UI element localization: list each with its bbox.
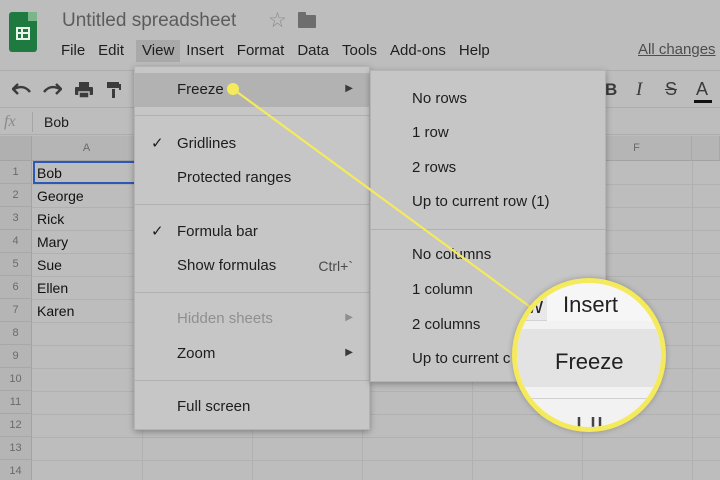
menu-item-label: Show formulas — [177, 257, 277, 274]
freeze-up-to-column[interactable]: Up to current c — [412, 350, 510, 367]
menu-divider — [135, 115, 369, 116]
sheets-logo-icon[interactable] — [9, 12, 37, 52]
row-header[interactable]: 8 — [0, 322, 32, 345]
menu-item-show-formulas[interactable]: Show formulas Ctrl+` — [135, 249, 369, 283]
freeze-two-rows[interactable]: 2 rows — [412, 159, 456, 176]
view-menu-dropdown: Freeze ▶ ✓ Gridlines Protected ranges ✓ … — [134, 66, 370, 430]
bold-button[interactable]: B — [605, 80, 617, 100]
freeze-up-to-row[interactable]: Up to current row (1) — [412, 193, 550, 210]
shortcut-label: Ctrl+` — [318, 258, 353, 274]
row-header[interactable]: 10 — [0, 368, 32, 391]
checkmark-icon: ✓ — [151, 223, 164, 240]
callout-divider — [517, 398, 661, 399]
menu-item-label: Formula bar — [177, 223, 258, 240]
select-all-corner[interactable] — [0, 136, 32, 161]
freeze-two-columns[interactable]: 2 columns — [412, 316, 480, 333]
menu-edit[interactable]: Edit — [97, 40, 131, 62]
row-header[interactable]: 11 — [0, 391, 32, 414]
cell-a3[interactable]: Rick — [37, 208, 64, 231]
freeze-no-columns[interactable]: No columns — [412, 246, 491, 263]
print-icon[interactable] — [74, 81, 94, 99]
callout-menu-fragment: w — [527, 293, 543, 318]
title-bar: Untitled spreadsheet ☆ File Edit View In… — [0, 0, 720, 70]
menu-view[interactable]: View — [136, 40, 181, 62]
row-header[interactable]: 13 — [0, 437, 32, 460]
menu-item-gridlines[interactable]: ✓ Gridlines — [135, 127, 369, 161]
row-header[interactable]: 9 — [0, 345, 32, 368]
document-title[interactable]: Untitled spreadsheet — [62, 10, 236, 32]
row-header[interactable]: 1 — [0, 161, 32, 184]
menu-help[interactable]: Help — [458, 40, 497, 62]
cell-a5[interactable]: Sue — [37, 254, 62, 277]
menu-item-freeze[interactable]: Freeze ▶ — [135, 73, 369, 107]
formula-divider — [32, 112, 33, 132]
row-header[interactable]: 4 — [0, 230, 32, 253]
redo-icon[interactable] — [42, 82, 62, 96]
text-color-button[interactable]: A — [693, 79, 713, 103]
menu-item-label: Zoom — [177, 345, 216, 362]
cell-a6[interactable]: Ellen — [37, 277, 68, 300]
undo-icon[interactable] — [12, 82, 32, 96]
freeze-one-column[interactable]: 1 column — [412, 281, 473, 298]
row-header[interactable]: 7 — [0, 299, 32, 322]
row-header[interactable]: 5 — [0, 253, 32, 276]
menu-item-label: Gridlines — [177, 135, 237, 152]
checkmark-icon: ✓ — [151, 135, 164, 152]
cell-a4[interactable]: Mary — [37, 231, 68, 254]
menu-item-label: Freeze — [177, 81, 224, 98]
folder-icon[interactable] — [298, 12, 316, 28]
menu-data[interactable]: Data — [296, 40, 336, 62]
save-status-link[interactable]: All changes — [638, 41, 716, 58]
magnified-callout: w Insert Freeze — [512, 278, 666, 432]
paint-format-icon[interactable] — [106, 81, 122, 99]
callout-freeze-label: Freeze — [555, 349, 624, 374]
menu-item-hidden-sheets: Hidden sheets ▶ — [135, 302, 369, 336]
fx-icon: fx — [4, 113, 16, 130]
grid-line — [32, 460, 720, 461]
grid-line — [692, 161, 693, 480]
submenu-arrow-icon: ▶ — [345, 83, 353, 94]
submenu-arrow-icon: ▶ — [345, 312, 353, 323]
menu-file[interactable]: File — [60, 40, 92, 62]
grid-line — [32, 437, 720, 438]
menu-addons[interactable]: Add-ons — [389, 40, 453, 62]
menu-format[interactable]: Format — [236, 40, 292, 62]
menu-bar: File Edit View Insert Format Data Tools … — [60, 40, 502, 62]
star-icon[interactable]: ☆ — [268, 8, 287, 33]
menu-divider — [135, 380, 369, 381]
strikethrough-button[interactable]: S — [665, 79, 677, 100]
menu-item-formula-bar[interactable]: ✓ Formula bar — [135, 215, 369, 249]
italic-button[interactable]: I — [636, 79, 642, 101]
menu-divider — [371, 229, 605, 230]
menu-divider — [135, 204, 369, 205]
row-header[interactable]: 14 — [0, 460, 32, 480]
menu-item-zoom[interactable]: Zoom ▶ — [135, 337, 369, 371]
callout-partial-text — [577, 417, 602, 427]
menu-item-label: Hidden sheets — [177, 310, 273, 327]
callout-insert-label: Insert — [563, 292, 619, 317]
freeze-no-rows[interactable]: No rows — [412, 90, 467, 107]
menu-item-label: Full screen — [177, 398, 251, 415]
menu-insert[interactable]: Insert — [185, 40, 231, 62]
submenu-arrow-icon: ▶ — [345, 347, 353, 358]
column-header-a[interactable]: A — [32, 136, 142, 161]
menu-item-full-screen[interactable]: Full screen — [135, 390, 369, 424]
menu-tools[interactable]: Tools — [341, 40, 384, 62]
active-cell-selection — [33, 161, 137, 184]
row-header[interactable]: 12 — [0, 414, 32, 437]
formula-input[interactable]: Bob — [44, 114, 69, 130]
row-header[interactable]: 2 — [0, 184, 32, 207]
column-header-g[interactable] — [692, 136, 720, 161]
freeze-one-row[interactable]: 1 row — [412, 124, 449, 141]
row-header[interactable]: 3 — [0, 207, 32, 230]
menu-item-protected-ranges[interactable]: Protected ranges — [135, 161, 369, 195]
cell-a7[interactable]: Karen — [37, 300, 74, 323]
menu-divider — [135, 292, 369, 293]
menu-item-label: Protected ranges — [177, 169, 292, 186]
cell-a2[interactable]: George — [37, 185, 84, 208]
row-header[interactable]: 6 — [0, 276, 32, 299]
